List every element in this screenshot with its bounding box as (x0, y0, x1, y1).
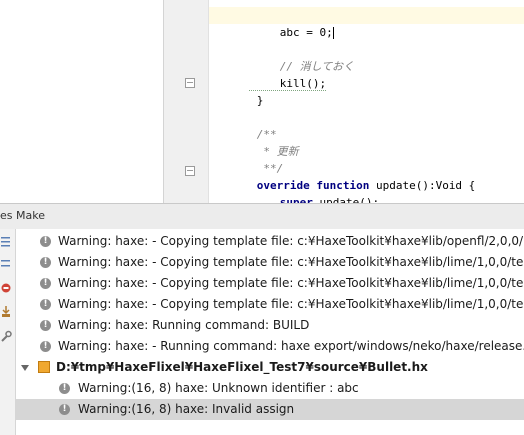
editor-area: abc = 0; // 消しておく kill(); } /** * 更新 **/… (0, 0, 524, 209)
warning-icon: ! (59, 383, 70, 394)
warning-icon: ! (40, 278, 51, 289)
messages-panel-header: es Make (0, 203, 524, 230)
haxe-file-icon (38, 361, 50, 373)
list-item[interactable]: ! Warning: haxe: - Copying template file… (16, 273, 524, 294)
message-text: Warning: haxe: - Copying template file: … (58, 234, 524, 248)
message-text: Warning:(16, 8) haxe: Unknown identifier… (78, 381, 359, 395)
export-icon[interactable] (0, 305, 12, 319)
warning-icon: ! (40, 299, 51, 310)
settings-wrench-icon[interactable] (0, 329, 12, 343)
list-item[interactable]: ! Warning: haxe: - Running command: haxe… (16, 336, 524, 357)
list-item[interactable]: ! Warning: haxe: - Copying template file… (16, 231, 524, 252)
expand-all-icon[interactable] (0, 235, 12, 249)
project-tree-pane[interactable] (0, 0, 164, 203)
warning-icon: ! (40, 341, 51, 352)
fold-marker-icon[interactable] (185, 166, 195, 176)
message-text: Warning: haxe: - Copying template file: … (58, 297, 524, 311)
message-text: Warning: haxe: - Running command: haxe e… (58, 339, 524, 353)
file-group-row[interactable]: D:¥tmp¥HaxeFlixel¥HaxeFlixel_Test7¥sourc… (16, 357, 524, 378)
warning-icon: ! (59, 404, 70, 415)
list-item[interactable]: ! Warning: haxe: - Copying template file… (16, 252, 524, 273)
code-text: } (256, 94, 264, 107)
collapse-all-icon[interactable] (0, 257, 12, 271)
panel-title: es Make (0, 209, 45, 222)
code-editor[interactable]: abc = 0; // 消しておく kill(); } /** * 更新 **/… (209, 0, 524, 209)
code-line[interactable]: **/ (209, 143, 524, 175)
fold-marker-icon[interactable] (185, 78, 195, 88)
text-caret (332, 27, 334, 39)
message-text: Warning:(16, 8) haxe: Invalid assign (78, 402, 295, 416)
message-text: Warning: haxe: Running command: BUILD (58, 318, 310, 332)
code-line[interactable]: override function update():Void { (209, 160, 524, 192)
code-line[interactable]: /** (209, 109, 524, 141)
warning-icon: ! (40, 320, 51, 331)
code-text: abc = 0; (279, 26, 333, 39)
file-path: D:¥tmp¥HaxeFlixel¥HaxeFlixel_Test7¥sourc… (56, 360, 428, 374)
stop-icon[interactable] (0, 281, 12, 295)
list-item[interactable]: ! Warning:(16, 8) haxe: Unknown identifi… (16, 378, 524, 399)
code-line[interactable]: abc = 0; (209, 7, 524, 39)
chevron-down-icon[interactable] (21, 365, 29, 371)
editor-gutter[interactable] (164, 0, 209, 203)
code-line[interactable]: kill(); (209, 58, 524, 91)
list-item-selected[interactable]: ! Warning:(16, 8) haxe: Invalid assign (16, 399, 524, 420)
code-line[interactable]: // 消しておく (209, 41, 524, 73)
code-line[interactable]: * 更新 (209, 126, 524, 158)
messages-toolbar (0, 229, 16, 435)
list-item[interactable]: ! Warning: haxe: Running command: BUILD (16, 315, 524, 336)
message-text: Warning: haxe: - Copying template file: … (58, 276, 524, 290)
warning-icon: ! (40, 257, 51, 268)
code-line[interactable]: super.update(); (209, 177, 524, 209)
list-item[interactable]: ! Warning: haxe: - Copying template file… (16, 294, 524, 315)
code-line[interactable]: } (209, 75, 524, 107)
warning-icon: ! (40, 236, 51, 247)
message-text: Warning: haxe: - Copying template file: … (58, 255, 524, 269)
messages-list[interactable]: ! Warning: haxe: - Copying template file… (16, 229, 524, 435)
